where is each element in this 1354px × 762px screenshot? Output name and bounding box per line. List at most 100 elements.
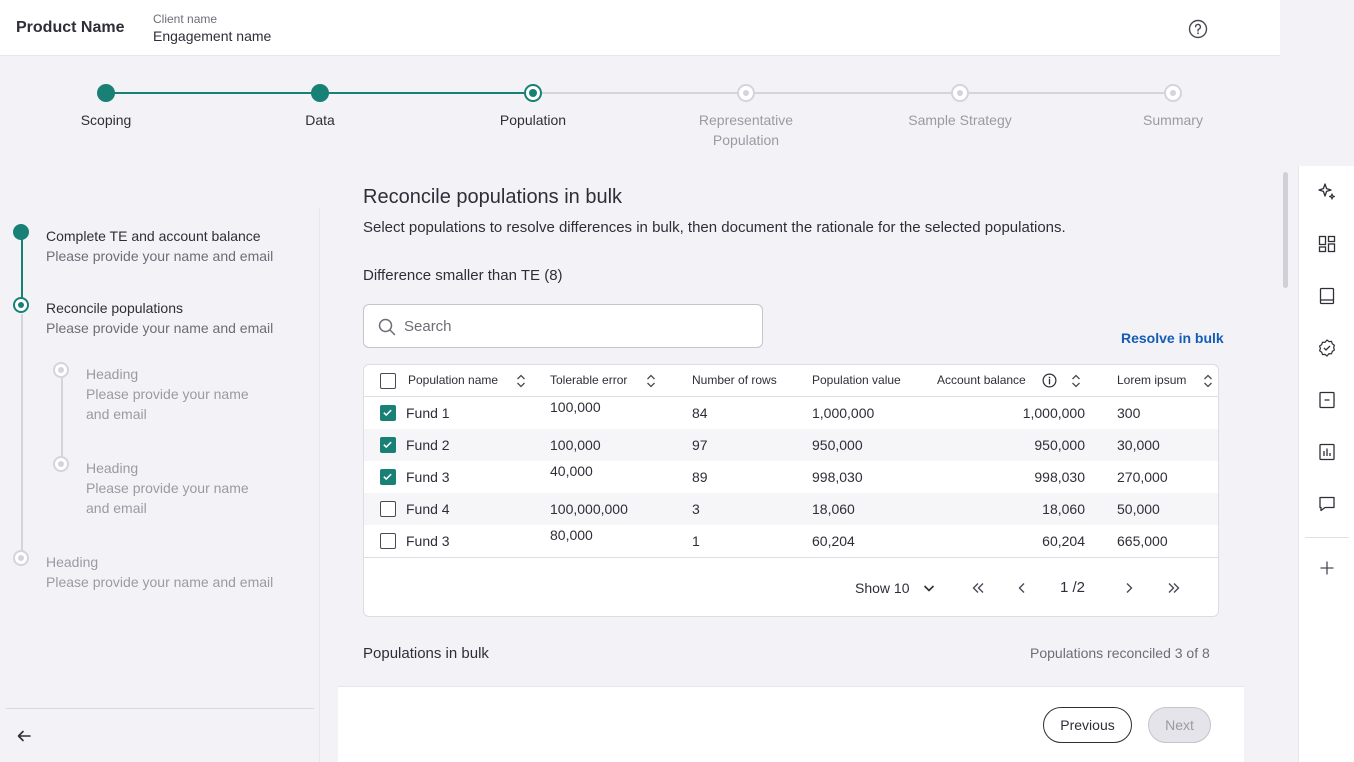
cell-population-name: Fund 2 xyxy=(406,437,450,453)
check-icon xyxy=(383,473,392,481)
scrollbar-thumb[interactable] xyxy=(1283,172,1288,288)
previous-page-icon[interactable] xyxy=(1014,580,1030,596)
substep-subtitle: Please provide your name and email xyxy=(86,480,249,516)
substep-title: Complete TE and account balance xyxy=(46,228,261,244)
substep-complete-te[interactable]: Complete TE and account balance Please p… xyxy=(46,226,273,266)
row-checkbox[interactable] xyxy=(380,469,396,485)
cell-account-balance: 998,030 xyxy=(1034,469,1085,485)
step-scoping[interactable]: Scoping xyxy=(26,84,186,130)
substep-done-icon xyxy=(13,224,29,240)
substep-title: Heading xyxy=(86,460,139,476)
cell-population-name: Fund 4 xyxy=(406,501,450,517)
app-header: Product Name Client name Engagement name xyxy=(0,0,1280,56)
cell-tolerable-error: 100,000 xyxy=(550,399,601,415)
sparkle-icon[interactable] xyxy=(1317,182,1337,202)
column-header[interactable]: Tolerable error xyxy=(550,373,627,387)
substep-title: Heading xyxy=(46,554,99,570)
info-icon[interactable] xyxy=(1042,373,1057,388)
populations-in-bulk-title: Populations in bulk xyxy=(363,645,489,662)
substep-heading[interactable]: Heading Please provide your name and ema… xyxy=(86,364,266,424)
right-toolbar xyxy=(1298,166,1354,762)
collapse-box-icon[interactable] xyxy=(1317,390,1337,410)
cell-number-of-rows: 97 xyxy=(692,437,708,453)
row-checkbox[interactable] xyxy=(380,533,396,549)
action-bar: Previous Next xyxy=(338,686,1244,762)
sort-icon[interactable] xyxy=(646,373,656,389)
step-current-icon xyxy=(524,84,542,102)
step-done-icon xyxy=(97,84,115,102)
substep-subtitle: Please provide your name and email xyxy=(46,248,274,264)
progress-stepper: Scoping Data Population Representative P… xyxy=(0,56,1280,166)
cell-population-name: Fund 1 xyxy=(406,405,450,421)
resolve-in-bulk-link[interactable]: Resolve in bulk xyxy=(1121,330,1224,346)
page-description: Select populations to resolve difference… xyxy=(363,219,1066,236)
substep-heading[interactable]: Heading Please provide your name and ema… xyxy=(86,458,266,518)
page-size-select[interactable]: Show 10 xyxy=(855,580,909,596)
product-name: Product Name xyxy=(16,19,125,36)
substep-heading[interactable]: Heading Please provide your name and ema… xyxy=(46,552,273,592)
cell-account-balance: 18,060 xyxy=(1042,501,1085,517)
cell-account-balance: 950,000 xyxy=(1034,437,1085,453)
chevron-down-icon[interactable] xyxy=(921,580,937,596)
next-page-icon[interactable] xyxy=(1121,580,1137,596)
cell-population-value: 950,000 xyxy=(812,437,863,453)
next-button[interactable]: Next xyxy=(1148,707,1211,743)
cell-population-value: 1,000,000 xyxy=(812,405,875,421)
search-icon xyxy=(378,318,396,336)
plus-icon[interactable] xyxy=(1317,558,1337,578)
column-header[interactable]: Lorem ipsum xyxy=(1117,373,1186,387)
table-row[interactable]: Fund 3 40,000 89 998,030 998,030 270,000 xyxy=(364,461,1218,493)
row-checkbox[interactable] xyxy=(380,437,396,453)
cell-number-of-rows: 89 xyxy=(692,469,708,485)
report-chart-icon[interactable] xyxy=(1317,442,1337,462)
last-page-icon[interactable] xyxy=(1166,580,1182,596)
substep-reconcile-populations[interactable]: Reconcile populations Please provide you… xyxy=(46,298,273,338)
book-icon[interactable] xyxy=(1317,286,1337,306)
table-row[interactable]: Fund 3 80,000 1 60,204 60,204 665,000 xyxy=(364,525,1218,557)
table-row[interactable]: Fund 1 100,000 84 1,000,000 1,000,000 30… xyxy=(364,397,1218,429)
client-name: Client name xyxy=(153,12,218,26)
previous-button[interactable]: Previous xyxy=(1043,707,1132,743)
column-header: Population value xyxy=(812,373,901,387)
search-field[interactable] xyxy=(363,304,763,348)
cell-tolerable-error: 40,000 xyxy=(550,463,593,479)
page-indicator: 1 /2 xyxy=(1060,579,1086,596)
table-row[interactable]: Fund 2 100,000 97 950,000 950,000 30,000 xyxy=(364,429,1218,461)
dashboard-icon[interactable] xyxy=(1317,234,1337,254)
toolbar-divider xyxy=(1305,537,1349,538)
cell-population-name: Fund 3 xyxy=(406,533,450,549)
step-label: Scoping xyxy=(80,112,132,128)
substep-connector xyxy=(21,236,23,298)
step-done-icon xyxy=(311,84,329,102)
step-label: Sample Strategy xyxy=(908,112,1012,128)
row-checkbox[interactable] xyxy=(380,501,396,517)
step-summary[interactable]: Summary xyxy=(1093,84,1253,130)
substep-subtitle: Please provide your name and email xyxy=(46,320,274,336)
column-header[interactable]: Population name xyxy=(408,373,498,387)
sort-icon[interactable] xyxy=(1071,373,1081,389)
first-page-icon[interactable] xyxy=(970,580,986,596)
sort-icon[interactable] xyxy=(1203,373,1213,389)
step-sample-strategy[interactable]: Sample Strategy xyxy=(880,84,1040,130)
table-row[interactable]: Fund 4 100,000,000 3 18,060 18,060 50,00… xyxy=(364,493,1218,525)
step-representative-population[interactable]: Representative Population xyxy=(666,84,826,150)
cell-tolerable-error: 100,000 xyxy=(550,437,601,453)
select-all-checkbox[interactable] xyxy=(380,373,396,389)
substep-connector xyxy=(61,378,63,464)
step-population[interactable]: Population xyxy=(453,84,613,130)
comment-icon[interactable] xyxy=(1317,494,1337,514)
help-icon[interactable] xyxy=(1188,19,1208,39)
column-header: Number of rows xyxy=(692,373,777,387)
verified-badge-icon[interactable] xyxy=(1317,338,1337,358)
substep-todo-icon xyxy=(53,456,69,472)
arrow-left-icon[interactable] xyxy=(16,728,32,744)
cell-population-name: Fund 3 xyxy=(406,469,450,485)
cell-lorem-ipsum: 50,000 xyxy=(1117,501,1160,517)
row-checkbox[interactable] xyxy=(380,405,396,421)
sort-icon[interactable] xyxy=(516,373,526,389)
cell-lorem-ipsum: 270,000 xyxy=(1117,469,1168,485)
column-header[interactable]: Account balance xyxy=(937,373,1026,387)
cell-tolerable-error: 100,000,000 xyxy=(550,501,628,517)
search-input[interactable] xyxy=(404,315,744,337)
step-data[interactable]: Data xyxy=(240,84,400,130)
